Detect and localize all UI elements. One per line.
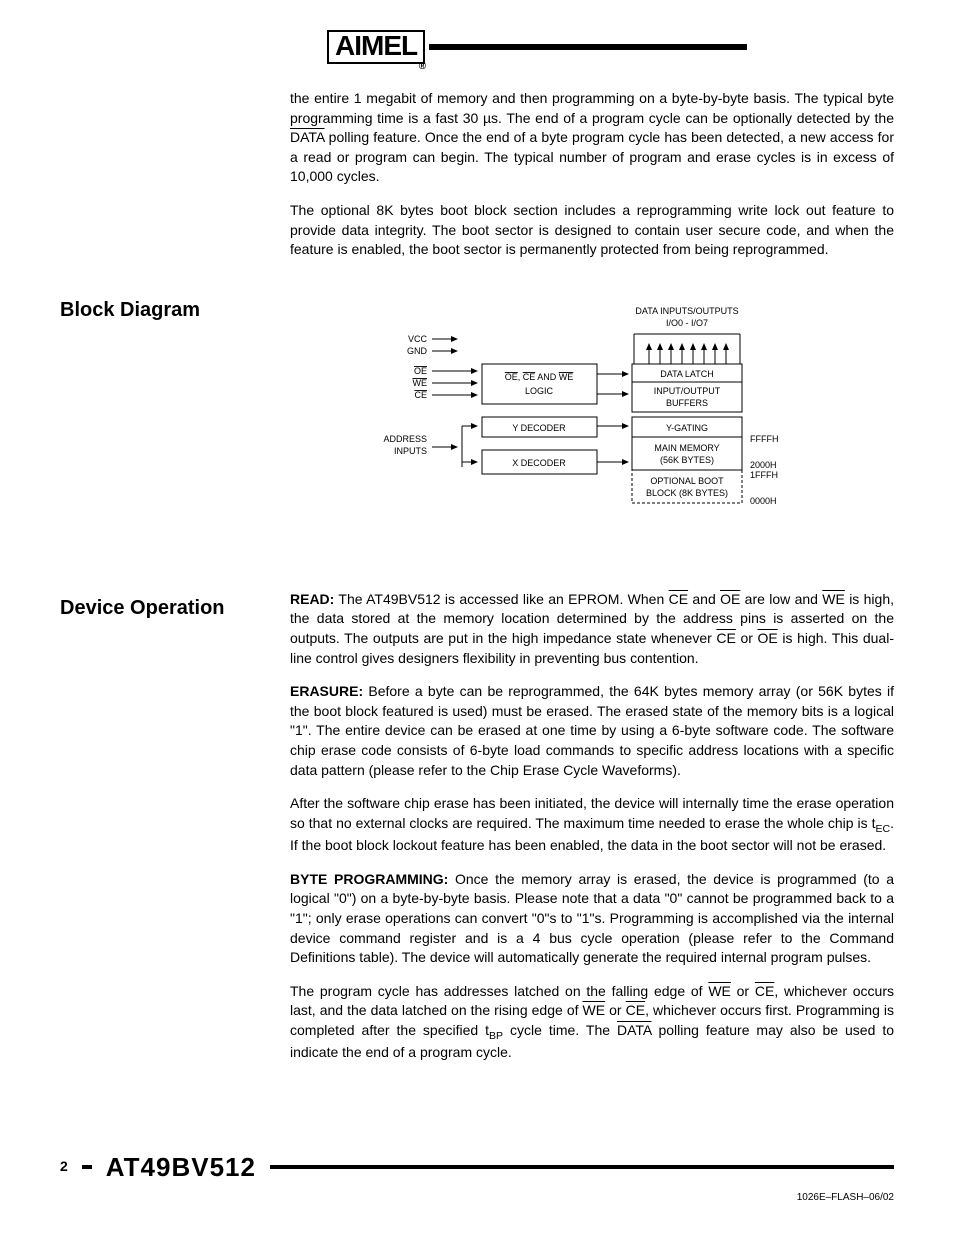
svg-text:CE: CE xyxy=(414,390,427,400)
atmel-logo: AIMEL® xyxy=(327,30,425,64)
svg-text:WE: WE xyxy=(413,378,428,388)
diagram-io-title: DATA INPUTS/OUTPUTS xyxy=(635,306,738,316)
svg-text:LOGIC: LOGIC xyxy=(525,386,554,396)
product-name: AT49BV512 xyxy=(106,1149,256,1185)
svg-text:BUFFERS: BUFFERS xyxy=(666,398,708,408)
svg-text:MAIN MEMORY: MAIN MEMORY xyxy=(654,443,719,453)
svg-text:Y-GATING: Y-GATING xyxy=(666,423,708,433)
svg-text:DATA LATCH: DATA LATCH xyxy=(660,369,714,379)
svg-text:OE, CE AND WE: OE, CE AND WE xyxy=(505,372,574,382)
intro-paragraph-1: the entire 1 megabit of memory and then … xyxy=(290,89,894,187)
svg-text:GND: GND xyxy=(407,346,428,356)
erase-timing-paragraph: After the software chip erase has been i… xyxy=(290,794,894,856)
svg-text:Y DECODER: Y DECODER xyxy=(512,423,566,433)
diagram-io-range: I/O0 - I/O7 xyxy=(666,318,708,328)
program-cycle-paragraph: The program cycle has addresses latched … xyxy=(290,982,894,1063)
svg-text:FFFFH: FFFFH xyxy=(750,434,779,444)
svg-text:INPUT/OUTPUT: INPUT/OUTPUT xyxy=(654,386,721,396)
device-operation-heading: Device Operation xyxy=(60,594,290,622)
svg-text:(56K BYTES): (56K BYTES) xyxy=(660,455,714,465)
svg-text:OE: OE xyxy=(414,366,427,376)
svg-text:1FFFH: 1FFFH xyxy=(750,470,778,480)
svg-text:X DECODER: X DECODER xyxy=(512,458,566,468)
svg-text:INPUTS: INPUTS xyxy=(394,446,427,456)
doc-revision: 1026E–FLASH–06/02 xyxy=(60,1191,894,1205)
block-diagram: DATA INPUTS/OUTPUTS I/O0 - I/O7 VCC GND … xyxy=(290,302,894,542)
page-header: AIMEL® xyxy=(60,30,894,64)
page-number: 2 xyxy=(60,1157,68,1177)
block-diagram-heading: Block Diagram xyxy=(60,296,290,324)
svg-text:VCC: VCC xyxy=(408,334,428,344)
read-paragraph: READ: The AT49BV512 is accessed like an … xyxy=(290,590,894,668)
byte-programming-paragraph: BYTE PROGRAMMING: Once the memory array … xyxy=(290,870,894,968)
page-footer: 2 AT49BV512 1026E–FLASH–06/02 xyxy=(0,1149,954,1205)
intro-paragraph-2: The optional 8K bytes boot block section… xyxy=(290,201,894,260)
svg-text:OPTIONAL BOOT: OPTIONAL BOOT xyxy=(650,476,724,486)
svg-text:2000H: 2000H xyxy=(750,460,777,470)
svg-text:0000H: 0000H xyxy=(750,496,777,506)
svg-text:BLOCK (8K BYTES): BLOCK (8K BYTES) xyxy=(646,488,728,498)
io-arrows xyxy=(649,344,726,364)
erasure-paragraph: ERASURE: Before a byte can be reprogramm… xyxy=(290,682,894,780)
svg-text:ADDRESS: ADDRESS xyxy=(383,434,427,444)
